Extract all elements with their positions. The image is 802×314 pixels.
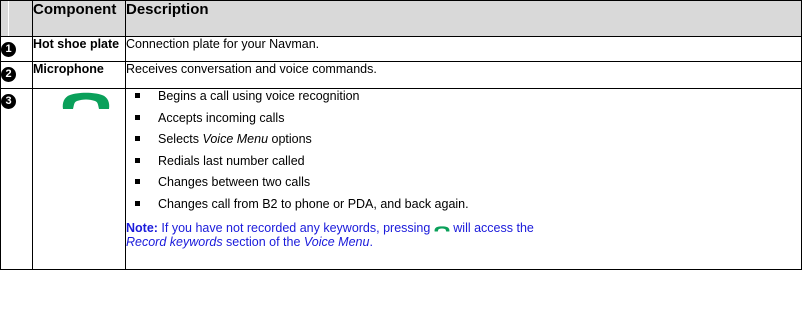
- list-item: Accepts incoming calls: [126, 111, 801, 133]
- note-text: Note: If you have not recorded any keywo…: [126, 221, 534, 249]
- list-item: Changes call from B2 to phone or PDA, an…: [126, 197, 801, 219]
- row-number-cell: 2: [0, 61, 33, 89]
- component-name: Microphone: [32, 61, 126, 89]
- table-row: 3 Begins a call using voice recognition …: [0, 88, 802, 270]
- list-item: Begins a call using voice recognition: [126, 89, 801, 111]
- number-badge-1: 1: [1, 42, 16, 57]
- table-row: 1 Hot shoe plate Connection plate for yo…: [0, 36, 802, 62]
- component-name: Hot shoe plate: [32, 36, 126, 62]
- list-item: Redials last number called: [126, 154, 801, 176]
- list-item: Changes between two calls: [126, 175, 801, 197]
- header-number-cell: [0, 0, 33, 37]
- component-icon-cell: [32, 88, 126, 270]
- number-badge-2: 2: [1, 67, 16, 82]
- green-phone-handset-icon: [61, 91, 111, 116]
- number-badge-3: 3: [1, 94, 16, 109]
- row-number-cell: 3: [0, 88, 33, 270]
- component-description: Receives conversation and voice commands…: [125, 61, 802, 89]
- feature-list: Begins a call using voice recognition Ac…: [126, 89, 801, 218]
- phone-icon-inline: [434, 221, 450, 235]
- header-row: Component Description: [0, 0, 802, 37]
- component-description: Begins a call using voice recognition Ac…: [125, 88, 802, 270]
- component-description: Connection plate for your Navman.: [125, 36, 802, 62]
- row-number-cell: 1: [0, 36, 33, 62]
- components-table: Component Description 1 Hot shoe plate C…: [0, 0, 802, 270]
- list-item: Selects Voice Menu options: [126, 132, 801, 154]
- header-component: Component: [32, 0, 126, 37]
- header-description: Description: [125, 0, 802, 37]
- table-row: 2 Microphone Receives conversation and v…: [0, 61, 802, 89]
